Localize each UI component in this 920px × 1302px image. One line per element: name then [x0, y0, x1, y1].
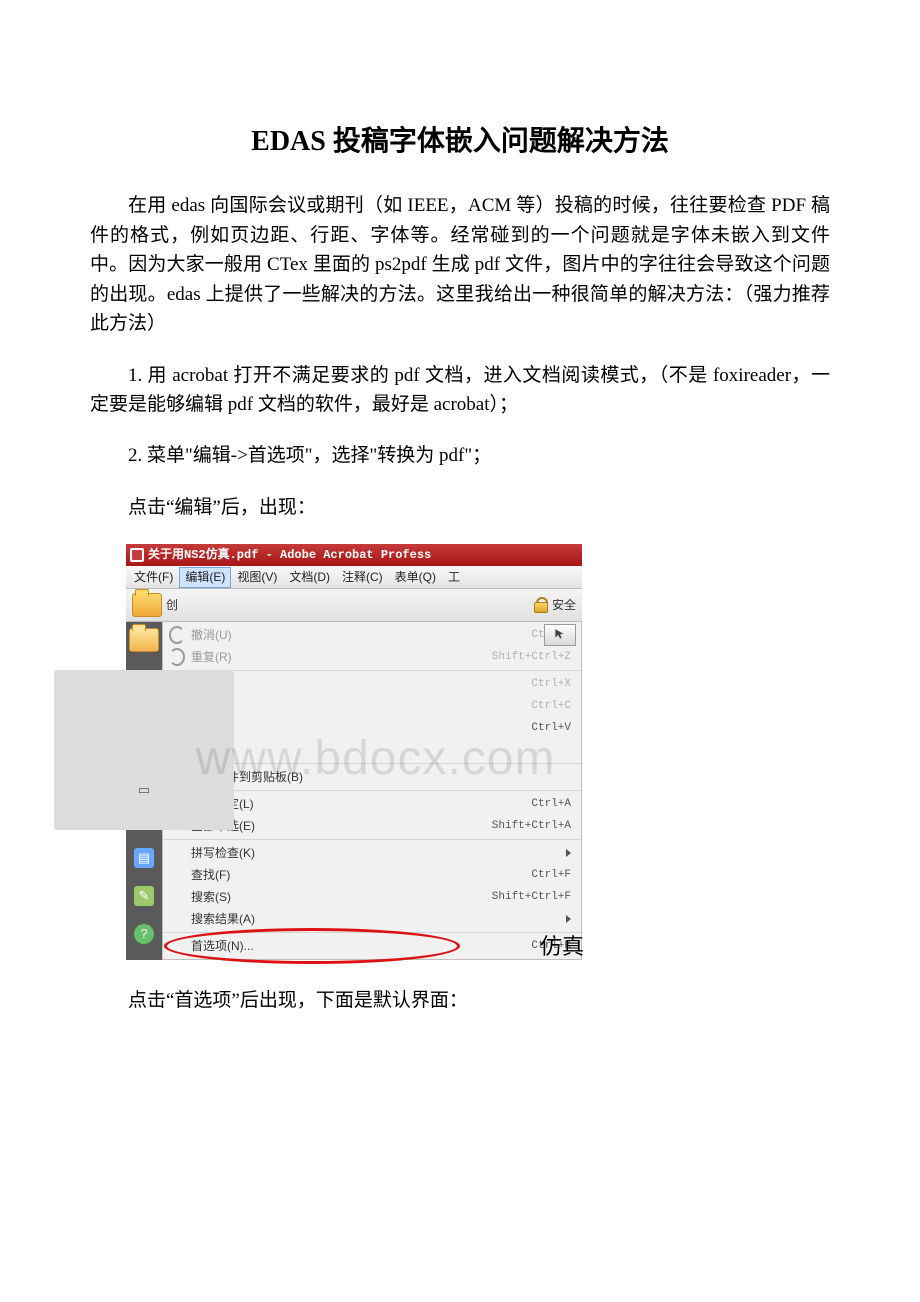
redo-icon: [169, 649, 185, 665]
document-fragment-label: 仿真: [540, 930, 584, 964]
menu-item-redo: 重复(R) Shift+Ctrl+Z: [163, 646, 581, 668]
left-nav-panel: ▭ ▤ ✎ ?: [126, 622, 162, 960]
select-tool-button[interactable]: [544, 624, 576, 646]
create-pdf-button[interactable]: 创: [132, 593, 178, 617]
menu-edit[interactable]: 编辑(E): [179, 567, 231, 588]
menu-tool[interactable]: 工: [442, 568, 466, 587]
paragraph-intro: 在用 edas 向国际会议或期刊（如 IEEE，ACM 等）投稿的时候，往往要检…: [90, 191, 830, 338]
help-icon[interactable]: ?: [134, 924, 154, 944]
menu-view[interactable]: 视图(V): [231, 568, 283, 587]
secure-button[interactable]: 安全: [532, 596, 576, 615]
menu-item-undo: 撤消(U) Ctrl+Z: [163, 624, 581, 646]
bookmarks-icon[interactable]: ▤: [134, 848, 154, 868]
menu-item-find[interactable]: 查找(F) Ctrl+F: [163, 864, 581, 886]
lock-icon: [532, 597, 548, 613]
app-body: ▭ ▤ ✎ ? 撤消(U) Ctrl+Z 重复(R) Shift+Ctrl+Z: [126, 622, 582, 960]
menu-item-search-results[interactable]: 搜索结果(A): [163, 908, 581, 930]
acrobat-screenshot: 关于用NS2仿真.pdf - Adobe Acrobat Profess 文件(…: [126, 544, 582, 960]
submenu-arrow-icon: [566, 915, 571, 923]
menubar: 文件(F) 编辑(E) 视图(V) 文档(D) 注释(C) 表单(Q) 工: [126, 566, 582, 589]
paragraph-note1: 点击“编辑”后，出现：: [90, 493, 830, 522]
window-titlebar: 关于用NS2仿真.pdf - Adobe Acrobat Profess: [126, 544, 582, 566]
menu-document[interactable]: 文档(D): [283, 568, 336, 587]
acrobat-app-icon: [130, 548, 144, 562]
create-pdf-icon: [132, 593, 162, 617]
create-pdf-label: 创: [166, 596, 178, 615]
paragraph-step2: 2. 菜单"编辑->首选项"，选择"转换为 pdf"；: [90, 441, 830, 470]
menu-item-search[interactable]: 搜索(S) Shift+Ctrl+F: [163, 886, 581, 908]
document-page: EDAS 投稿字体嵌入问题解决方法 在用 edas 向国际会议或期刊（如 IEE…: [0, 0, 920, 1302]
open-folder-icon[interactable]: [129, 628, 159, 652]
undo-icon: [169, 627, 185, 643]
menu-file[interactable]: 文件(F): [128, 568, 179, 587]
cursor-icon: [553, 628, 567, 642]
secure-label: 安全: [552, 596, 576, 615]
window-title: 关于用NS2仿真.pdf - Adobe Acrobat Profess: [148, 546, 431, 565]
paragraph-note2: 点击“首选项”后出现，下面是默认界面：: [90, 986, 830, 1015]
menu-item-preferences[interactable]: 首选项(N)... Ctrl+K: [163, 935, 581, 957]
menu-item-spellcheck[interactable]: 拼写检查(K): [163, 842, 581, 864]
article-title: EDAS 投稿字体嵌入问题解决方法: [90, 120, 830, 163]
menu-comment[interactable]: 注释(C): [336, 568, 389, 587]
signature-icon[interactable]: ✎: [134, 886, 154, 906]
menu-form[interactable]: 表单(Q): [389, 568, 442, 587]
main-toolbar: 创 安全: [126, 589, 582, 622]
submenu-arrow-icon: [566, 849, 571, 857]
paragraph-step1: 1. 用 acrobat 打开不满足要求的 pdf 文档，进入文档阅读模式，（不…: [90, 361, 830, 420]
page-thumbnails-icon[interactable]: ▭: [54, 670, 234, 830]
